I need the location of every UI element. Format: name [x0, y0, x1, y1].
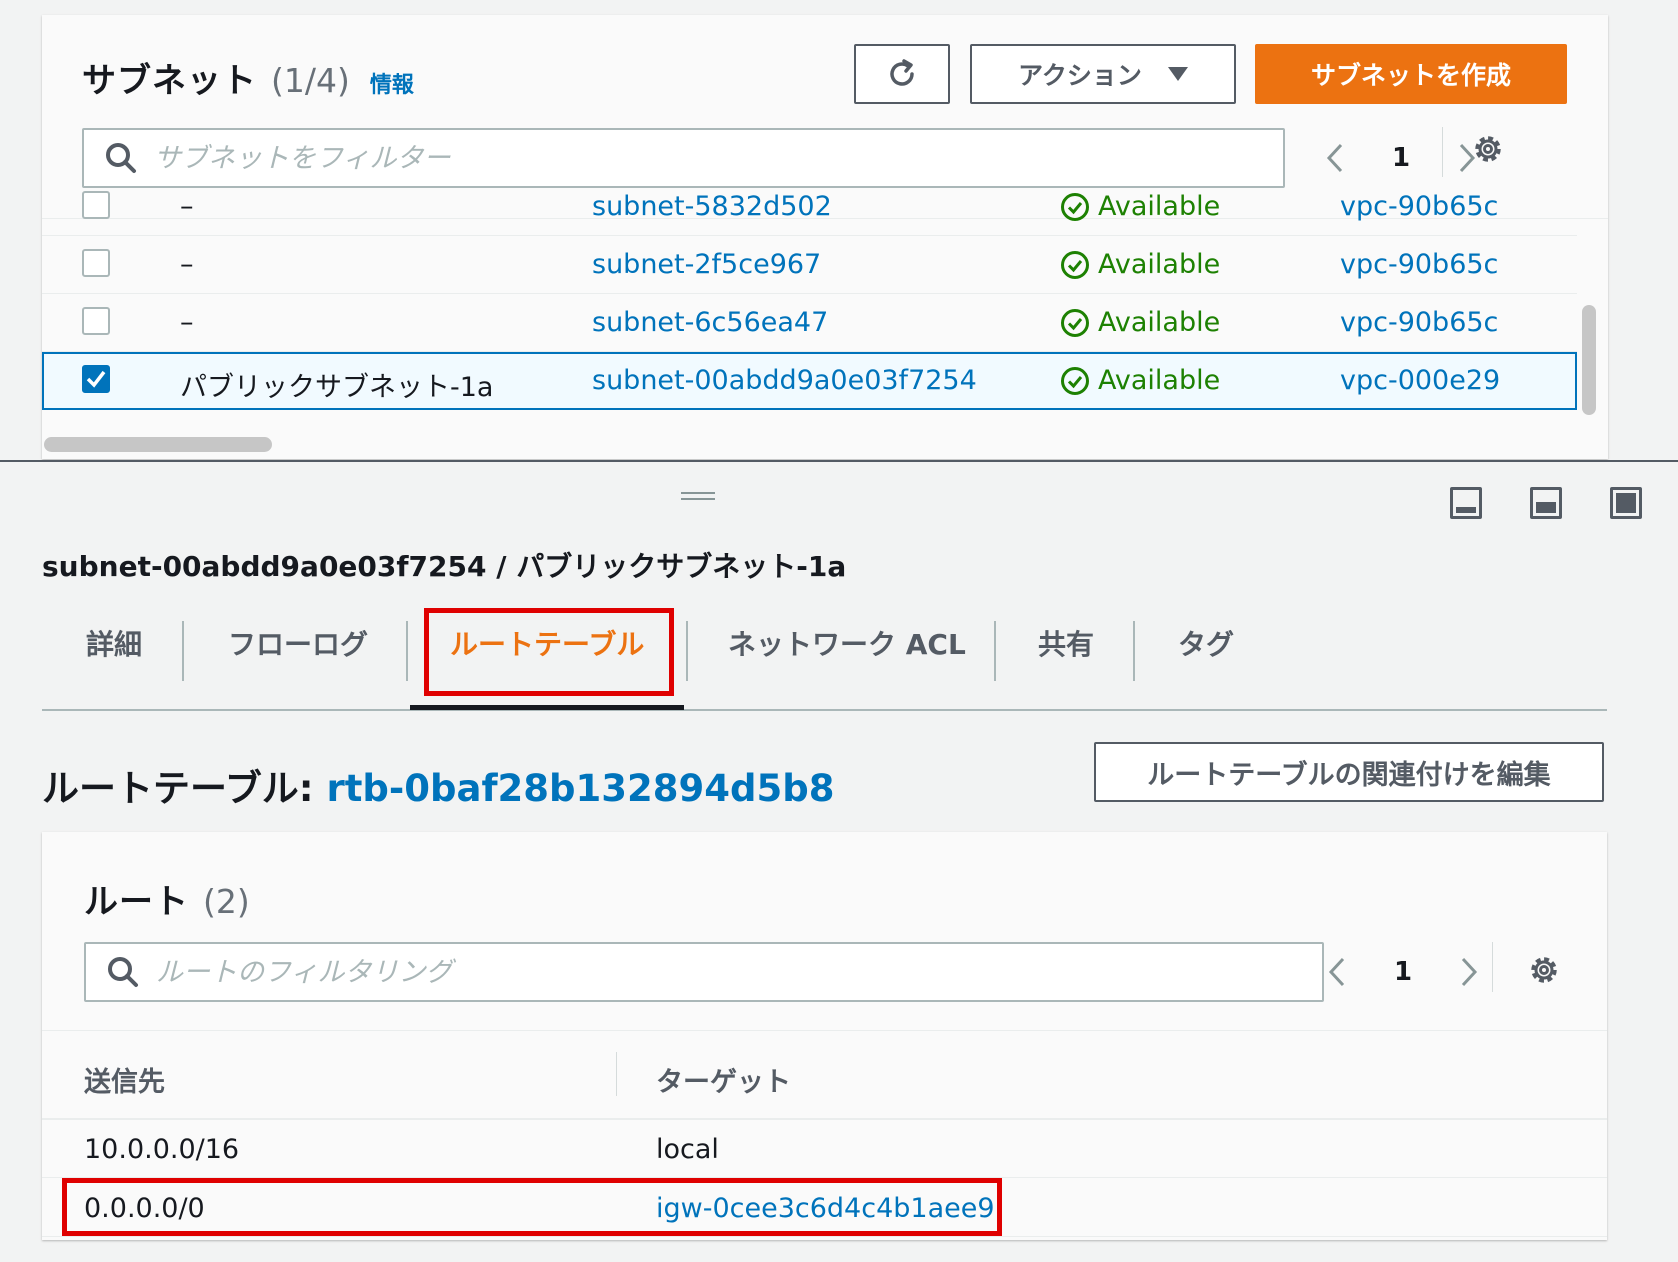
status-text: Available	[1098, 365, 1221, 396]
subnet-name: –	[180, 307, 194, 338]
status-text: Available	[1098, 191, 1221, 222]
chevron-right-icon[interactable]	[1454, 954, 1484, 990]
column-header-target[interactable]: ターゲット	[656, 1060, 791, 1099]
gear-icon[interactable]	[1526, 952, 1562, 988]
table-row-selected[interactable]: パブリックサブネット-1a subnet-00abdd9a0e03f7254 A…	[42, 352, 1577, 410]
subnets-header: サブネット (1/4) 情報	[82, 53, 414, 102]
check-circle-icon	[1061, 192, 1089, 221]
subnet-pagination: 1	[1320, 140, 1482, 176]
split-panel-divider[interactable]	[0, 460, 1678, 462]
vpc-id-link[interactable]: vpc-000e29	[1340, 365, 1500, 396]
routes-header: ルート (2)	[84, 874, 250, 923]
table-row: 10.0.0.0/16 local	[42, 1120, 1607, 1178]
tab-divider	[994, 621, 996, 681]
routes-title: ルート	[84, 882, 189, 922]
check-circle-icon	[1061, 308, 1089, 337]
tab-tags[interactable]: タグ	[1178, 623, 1234, 663]
chevron-left-icon[interactable]	[1320, 140, 1350, 176]
drag-handle-icon[interactable]	[681, 492, 715, 500]
subnet-id-link[interactable]: subnet-00abdd9a0e03f7254	[592, 365, 977, 396]
vpc-id-link[interactable]: vpc-90b65c	[1340, 249, 1498, 280]
search-icon	[106, 143, 136, 173]
route-table-label: ルートテーブル:	[42, 767, 314, 810]
edit-route-table-association-button[interactable]: ルートテーブルの関連付けを編集	[1094, 742, 1604, 802]
vpc-id-link[interactable]: vpc-90b65c	[1340, 191, 1498, 222]
subnet-name: パブリックサブネット-1a	[180, 372, 494, 403]
route-table-heading: ルートテーブル: rtb-0baf28b132894d5b8	[42, 758, 834, 812]
subnets-count: (1/4)	[271, 61, 350, 100]
caret-down-icon	[1167, 67, 1188, 81]
table-row[interactable]: – subnet-6c56ea47 Available vpc-90b65c	[42, 294, 1577, 352]
checkmark-icon	[86, 370, 106, 388]
check-circle-icon	[1061, 366, 1089, 395]
routes-pagination: 1	[1322, 954, 1484, 990]
tab-sharing[interactable]: 共有	[1038, 623, 1094, 663]
tab-details[interactable]: 詳細	[86, 623, 142, 663]
subnet-id-link[interactable]: subnet-6c56ea47	[592, 307, 828, 338]
subnet-name: –	[180, 191, 194, 222]
subnet-status: Available	[1060, 191, 1220, 222]
highlight-box-route	[62, 1178, 1002, 1236]
panel-half-icon[interactable]	[1530, 487, 1562, 519]
tab-flow-logs[interactable]: フローログ	[228, 623, 368, 663]
tab-network-acl[interactable]: ネットワーク ACL	[728, 623, 966, 663]
detail-title: subnet-00abdd9a0e03f7254 / パブリックサブネット-1a	[42, 550, 847, 583]
panel-bottom-icon[interactable]	[1450, 487, 1482, 519]
check-circle-icon	[1061, 250, 1089, 279]
highlight-box-tab	[424, 608, 674, 696]
route-target: local	[656, 1134, 719, 1165]
status-text: Available	[1098, 249, 1221, 280]
refresh-button[interactable]	[854, 44, 950, 104]
route-table-id-link[interactable]: rtb-0baf28b132894d5b8	[326, 767, 834, 810]
subnets-panel: サブネット (1/4) 情報 アクション サブネットを作成 1	[42, 15, 1608, 459]
vertical-scrollbar[interactable]	[1582, 305, 1596, 415]
horizontal-scrollbar[interactable]	[44, 437, 272, 452]
tab-divider	[406, 621, 408, 681]
pager-divider	[1492, 942, 1493, 992]
subnet-status: Available	[1060, 307, 1220, 338]
row-checkbox[interactable]	[82, 249, 110, 277]
active-tab-underline	[410, 705, 684, 710]
table-row[interactable]: – subnet-2f5ce967 Available vpc-90b65c	[42, 236, 1577, 294]
subnet-id-link[interactable]: subnet-2f5ce967	[592, 249, 821, 280]
subnet-search-input[interactable]	[154, 142, 1283, 174]
tab-divider	[182, 621, 184, 681]
row-checkbox[interactable]	[82, 191, 110, 219]
pager-divider	[1442, 127, 1443, 177]
row-checkbox[interactable]	[82, 307, 110, 335]
panel-full-icon[interactable]	[1610, 487, 1642, 519]
search-icon	[108, 957, 138, 987]
route-destination: 10.0.0.0/16	[84, 1134, 240, 1165]
actions-label: アクション	[1018, 61, 1142, 90]
page-number[interactable]: 1	[1392, 143, 1410, 173]
chevron-left-icon[interactable]	[1322, 954, 1352, 990]
subnets-title: サブネット	[82, 61, 257, 101]
create-subnet-button[interactable]: サブネットを作成	[1255, 44, 1567, 104]
table-row[interactable]: – subnet-5832d502 Available vpc-90b65c	[42, 178, 1577, 236]
vpc-id-link[interactable]: vpc-90b65c	[1340, 307, 1498, 338]
routes-search-input[interactable]	[156, 956, 1322, 988]
refresh-icon	[890, 59, 914, 86]
routes-count: (2)	[203, 882, 250, 921]
gear-icon[interactable]	[1470, 131, 1506, 167]
column-divider	[616, 1052, 617, 1096]
detail-tabs: 詳細 フローログ ルートテーブル ネットワーク ACL 共有 タグ	[42, 607, 1607, 711]
status-text: Available	[1098, 307, 1221, 338]
routes-table-divider	[42, 1030, 1607, 1031]
tab-divider	[686, 621, 688, 681]
tab-divider	[1133, 621, 1135, 681]
page-number[interactable]: 1	[1394, 957, 1412, 987]
routes-search-box[interactable]	[84, 942, 1324, 1002]
info-link[interactable]: 情報	[370, 67, 414, 99]
subnet-name: –	[180, 249, 194, 280]
subnet-status: Available	[1060, 365, 1220, 396]
subnet-id-link[interactable]: subnet-5832d502	[592, 191, 832, 222]
row-checkbox[interactable]	[82, 365, 110, 393]
column-header-destination[interactable]: 送信先	[84, 1060, 165, 1099]
subnet-status: Available	[1060, 249, 1220, 280]
actions-dropdown-button[interactable]: アクション	[970, 44, 1236, 104]
